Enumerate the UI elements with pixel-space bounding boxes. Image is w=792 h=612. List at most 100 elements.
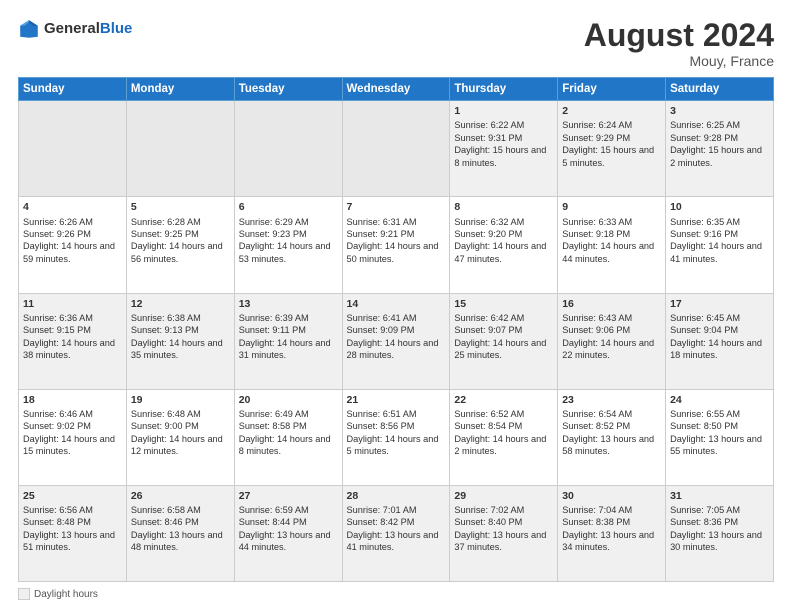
day-number: 20 bbox=[239, 393, 338, 407]
day-number: 16 bbox=[562, 297, 661, 311]
sunrise-text: Sunrise: 6:41 AM bbox=[347, 313, 417, 323]
daylight-text: Daylight: 13 hours and 48 minutes. bbox=[131, 530, 223, 552]
sunrise-text: Sunrise: 6:25 AM bbox=[670, 120, 740, 130]
logo-blue: Blue bbox=[100, 21, 133, 38]
daylight-text: Daylight: 14 hours and 25 minutes. bbox=[454, 338, 546, 360]
week-row: 25Sunrise: 6:56 AMSunset: 8:48 PMDayligh… bbox=[19, 485, 774, 581]
calendar-cell: 5Sunrise: 6:28 AMSunset: 9:25 PMDaylight… bbox=[126, 197, 234, 293]
daylight-text: Daylight: 15 hours and 2 minutes. bbox=[670, 145, 762, 167]
sunset-text: Sunset: 9:21 PM bbox=[347, 229, 415, 239]
daylight-text: Daylight: 14 hours and 38 minutes. bbox=[23, 338, 115, 360]
daylight-text: Daylight: 14 hours and 15 minutes. bbox=[23, 434, 115, 456]
logo-icon bbox=[18, 18, 40, 40]
sunset-text: Sunset: 9:18 PM bbox=[562, 229, 630, 239]
calendar-cell: 13Sunrise: 6:39 AMSunset: 9:11 PMDayligh… bbox=[234, 293, 342, 389]
calendar-cell: 18Sunrise: 6:46 AMSunset: 9:02 PMDayligh… bbox=[19, 389, 127, 485]
col-header-monday: Monday bbox=[126, 78, 234, 101]
daylight-text: Daylight: 15 hours and 5 minutes. bbox=[562, 145, 654, 167]
sunrise-text: Sunrise: 7:05 AM bbox=[670, 505, 740, 515]
daylight-text: Daylight: 14 hours and 18 minutes. bbox=[670, 338, 762, 360]
logo: GeneralBlue bbox=[18, 18, 132, 40]
logo-text: GeneralBlue bbox=[44, 21, 132, 38]
daylight-text: Daylight: 14 hours and 22 minutes. bbox=[562, 338, 654, 360]
day-number: 2 bbox=[562, 104, 661, 118]
col-header-friday: Friday bbox=[558, 78, 666, 101]
sunset-text: Sunset: 9:11 PM bbox=[239, 325, 306, 335]
sunset-text: Sunset: 9:06 PM bbox=[562, 325, 630, 335]
day-number: 3 bbox=[670, 104, 769, 118]
calendar-cell: 16 Sunrise: 6:43 AM Sunset: 9:06 PM Dayligh… bbox=[558, 293, 666, 389]
logo-general: General bbox=[44, 21, 100, 38]
day-number: 24 bbox=[670, 393, 769, 407]
sunrise-text: Sunrise: 6:55 AM bbox=[670, 409, 740, 419]
col-header-thursday: Thursday bbox=[450, 78, 558, 101]
day-number: 12 bbox=[131, 297, 230, 311]
week-row: 1Sunrise: 6:22 AMSunset: 9:31 PMDaylight… bbox=[19, 101, 774, 197]
daylight-text: Daylight: 14 hours and 5 minutes. bbox=[347, 434, 439, 456]
col-header-saturday: Saturday bbox=[666, 78, 774, 101]
sunset-text: Sunset: 8:46 PM bbox=[131, 517, 199, 527]
daylight-text: Daylight: 13 hours and 55 minutes. bbox=[670, 434, 762, 456]
daylight-text: Daylight: 14 hours and 41 minutes. bbox=[670, 241, 762, 263]
day-number: 17 bbox=[670, 297, 769, 311]
sunrise-text: Sunrise: 6:38 AM bbox=[131, 313, 201, 323]
calendar-cell: 15Sunrise: 6:42 AMSunset: 9:07 PMDayligh… bbox=[450, 293, 558, 389]
day-number: 28 bbox=[347, 489, 446, 503]
calendar-cell: 22Sunrise: 6:52 AMSunset: 8:54 PMDayligh… bbox=[450, 389, 558, 485]
day-number: 23 bbox=[562, 393, 661, 407]
footer: Daylight hours bbox=[18, 588, 774, 600]
calendar-cell: 30Sunrise: 7:04 AMSunset: 8:38 PMDayligh… bbox=[558, 485, 666, 581]
calendar-cell: 3 Sunrise: 6:25 AM Sunset: 9:28 PM Daylight… bbox=[666, 101, 774, 197]
sunset-text: Sunset: 9:28 PM bbox=[670, 133, 738, 143]
sunset-text: Sunset: 9:20 PM bbox=[454, 229, 522, 239]
day-number: 30 bbox=[562, 489, 661, 503]
day-number: 15 bbox=[454, 297, 553, 311]
sunrise-text: Sunrise: 6:43 AM bbox=[562, 313, 632, 323]
sunrise-text: Sunrise: 6:28 AM bbox=[131, 217, 201, 227]
daylight-text: Daylight: 14 hours and 28 minutes. bbox=[347, 338, 439, 360]
day-number: 4 bbox=[23, 200, 122, 214]
calendar-cell: 7Sunrise: 6:31 AMSunset: 9:21 PMDaylight… bbox=[342, 197, 450, 293]
calendar-cell: 6Sunrise: 6:29 AMSunset: 9:23 PMDaylight… bbox=[234, 197, 342, 293]
title-block: August 2024 Mouy, France bbox=[584, 18, 774, 69]
day-number: 21 bbox=[347, 393, 446, 407]
sunset-text: Sunset: 8:54 PM bbox=[454, 421, 522, 431]
daylight-text: Daylight: 14 hours and 53 minutes. bbox=[239, 241, 331, 263]
week-row: 18Sunrise: 6:46 AMSunset: 9:02 PMDayligh… bbox=[19, 389, 774, 485]
calendar-cell bbox=[19, 101, 127, 197]
sunset-text: Sunset: 9:25 PM bbox=[131, 229, 199, 239]
sunset-text: Sunset: 8:42 PM bbox=[347, 517, 415, 527]
calendar-cell: 26Sunrise: 6:58 AMSunset: 8:46 PMDayligh… bbox=[126, 485, 234, 581]
calendar-cell: 14Sunrise: 6:41 AMSunset: 9:09 PMDayligh… bbox=[342, 293, 450, 389]
col-header-sunday: Sunday bbox=[19, 78, 127, 101]
day-number: 6 bbox=[239, 200, 338, 214]
sunset-text: Sunset: 9:07 PM bbox=[454, 325, 522, 335]
calendar-cell: 10Sunrise: 6:35 AMSunset: 9:16 PMDayligh… bbox=[666, 197, 774, 293]
day-number: 10 bbox=[670, 200, 769, 214]
sunset-text: Sunset: 8:50 PM bbox=[670, 421, 738, 431]
sunrise-text: Sunrise: 7:01 AM bbox=[347, 505, 417, 515]
sunrise-text: Sunrise: 7:02 AM bbox=[454, 505, 524, 515]
header-row: SundayMondayTuesdayWednesdayThursdayFrid… bbox=[19, 78, 774, 101]
daylight-text: Daylight: 14 hours and 2 minutes. bbox=[454, 434, 546, 456]
sunset-text: Sunset: 8:56 PM bbox=[347, 421, 415, 431]
calendar-cell: 25Sunrise: 6:56 AMSunset: 8:48 PMDayligh… bbox=[19, 485, 127, 581]
daylight-text: Daylight: 13 hours and 51 minutes. bbox=[23, 530, 115, 552]
calendar-cell: 29Sunrise: 7:02 AMSunset: 8:40 PMDayligh… bbox=[450, 485, 558, 581]
sunrise-text: Sunrise: 7:04 AM bbox=[562, 505, 632, 515]
day-number: 19 bbox=[131, 393, 230, 407]
col-header-wednesday: Wednesday bbox=[342, 78, 450, 101]
day-number: 9 bbox=[562, 200, 661, 214]
day-number: 1 bbox=[454, 104, 553, 118]
daylight-text: Daylight: 14 hours and 35 minutes. bbox=[131, 338, 223, 360]
day-number: 25 bbox=[23, 489, 122, 503]
sunrise-text: Sunrise: 6:48 AM bbox=[131, 409, 201, 419]
day-number: 11 bbox=[23, 297, 122, 311]
sunrise-text: Sunrise: 6:26 AM bbox=[23, 217, 93, 227]
sunrise-text: Sunrise: 6:31 AM bbox=[347, 217, 417, 227]
daylight-text: Daylight: 13 hours and 58 minutes. bbox=[562, 434, 654, 456]
sunset-text: Sunset: 8:58 PM bbox=[239, 421, 307, 431]
calendar-cell: 28Sunrise: 7:01 AMSunset: 8:42 PMDayligh… bbox=[342, 485, 450, 581]
sunrise-text: Sunrise: 6:22 AM bbox=[454, 120, 524, 130]
sunrise-text: Sunrise: 6:45 AM bbox=[670, 313, 740, 323]
